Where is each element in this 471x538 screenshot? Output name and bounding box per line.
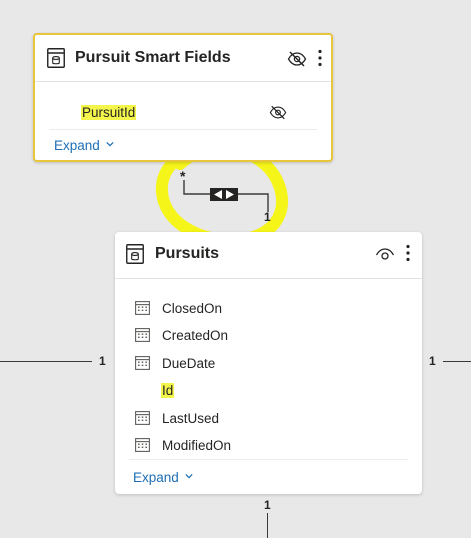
left-connector-line <box>0 361 92 362</box>
expand-link[interactable]: Expand <box>133 470 193 485</box>
calendar-icon <box>135 301 150 315</box>
expand-label: Expand <box>133 470 179 485</box>
field-createdon[interactable]: CreatedOn <box>162 328 228 343</box>
card-header: Pursuit Smart Fields <box>35 35 331 82</box>
field-id[interactable]: Id <box>161 383 175 398</box>
divider <box>129 459 408 460</box>
one-cardinality-label: 1 <box>264 210 271 224</box>
pursuits-card[interactable]: Pursuits ClosedOn CreatedOn DueDate Id L… <box>115 232 422 494</box>
calendar-icon <box>135 356 150 370</box>
more-options-icon[interactable] <box>405 244 411 262</box>
card-title: Pursuit Smart Fields <box>75 49 231 66</box>
table-icon <box>126 244 144 264</box>
right-connector-cardinality: 1 <box>429 354 436 368</box>
eye-slash-icon[interactable] <box>269 105 287 120</box>
field-label: PursuitId <box>81 105 137 120</box>
field-modifiedon[interactable]: ModifiedOn <box>162 438 231 453</box>
right-connector-line <box>443 361 471 362</box>
expand-label: Expand <box>54 138 100 153</box>
eye-slash-icon[interactable] <box>287 51 307 67</box>
field-label: Id <box>161 383 175 398</box>
field-duedate[interactable]: DueDate <box>162 356 215 371</box>
many-cardinality-label: * <box>180 168 186 184</box>
field-pursuitid[interactable]: PursuitId <box>81 105 137 120</box>
bottom-connector-cardinality: 1 <box>264 498 271 512</box>
bottom-connector-line <box>267 513 268 538</box>
calendar-icon <box>135 411 150 425</box>
eye-icon[interactable] <box>375 246 395 262</box>
card-header: Pursuits <box>115 232 422 279</box>
chevron-down-icon <box>106 141 114 147</box>
table-icon <box>47 48 65 68</box>
card-title: Pursuits <box>155 245 220 262</box>
divider <box>49 129 317 130</box>
expand-link[interactable]: Expand <box>54 138 114 153</box>
left-connector-cardinality: 1 <box>99 354 106 368</box>
calendar-icon <box>135 438 150 452</box>
more-options-icon[interactable] <box>317 49 323 67</box>
field-closedon[interactable]: ClosedOn <box>162 301 222 316</box>
chevron-down-icon <box>185 473 193 479</box>
pursuit-smart-fields-card[interactable]: Pursuit Smart Fields PursuitId Expand <box>33 33 333 162</box>
field-lastused[interactable]: LastUsed <box>162 411 219 426</box>
calendar-icon <box>135 328 150 342</box>
